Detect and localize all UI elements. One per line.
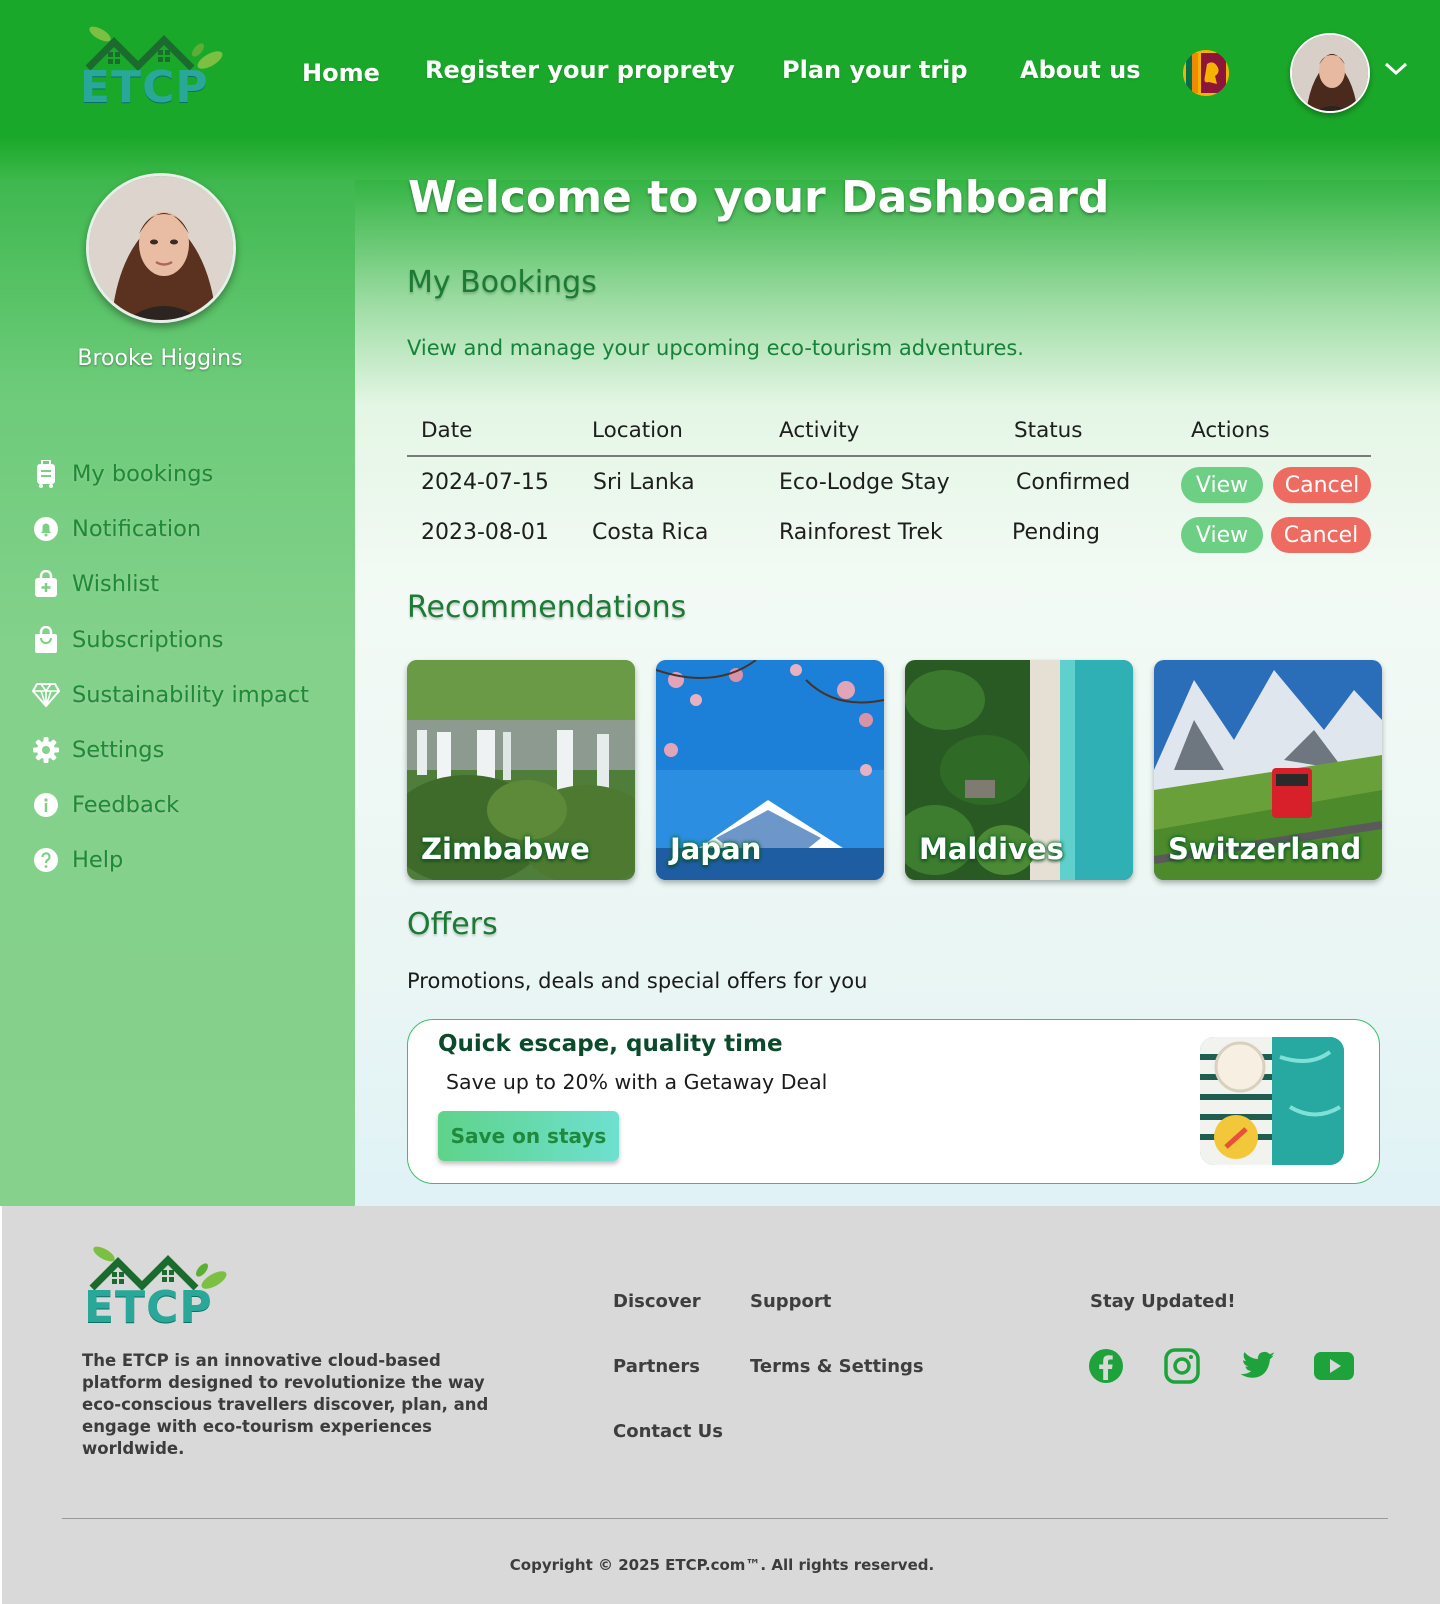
column-header-status: Status bbox=[1014, 418, 1083, 443]
footer-divider bbox=[62, 1518, 1388, 1519]
stay-updated-label: Stay Updated! bbox=[1090, 1291, 1236, 1312]
copyright-text: Copyright © 2025 ETCP.com™. All rights r… bbox=[509, 1556, 935, 1574]
sidebar-item-label: Help bbox=[72, 847, 124, 873]
profile-avatar[interactable] bbox=[86, 173, 236, 323]
chevron-down-icon[interactable] bbox=[1382, 58, 1410, 80]
recommendation-card-switzerland[interactable]: Switzerland bbox=[1154, 660, 1382, 880]
sidebar-item-my-bookings[interactable]: My bookings bbox=[32, 456, 213, 492]
bookings-heading: My Bookings bbox=[407, 265, 597, 300]
sidebar-item-wishlist[interactable]: Wishlist bbox=[32, 566, 159, 602]
recommendation-card-japan[interactable]: Japan bbox=[656, 660, 884, 880]
booking-activity: Rainforest Trek bbox=[779, 520, 943, 545]
question-icon bbox=[32, 846, 60, 874]
column-header-location: Location bbox=[592, 418, 683, 443]
column-header-date: Date bbox=[421, 418, 473, 443]
footer: ETCP The ETCP is an innovative cloud-bas… bbox=[2, 1206, 1440, 1604]
offers-subtitle: Promotions, deals and special offers for… bbox=[407, 969, 868, 993]
offer-image bbox=[1200, 1037, 1344, 1165]
view-booking-button[interactable]: View bbox=[1181, 467, 1263, 503]
booking-location: Sri Lanka bbox=[593, 470, 695, 495]
column-header-actions: Actions bbox=[1191, 418, 1270, 443]
footer-logo[interactable]: ETCP bbox=[84, 1240, 234, 1333]
etcp-logo[interactable]: ETCP bbox=[80, 20, 230, 113]
recommendation-card-maldives[interactable]: Maldives bbox=[905, 660, 1133, 880]
cancel-booking-button[interactable]: Cancel bbox=[1271, 517, 1371, 553]
footer-link-support[interactable]: Support bbox=[750, 1291, 831, 1312]
info-icon bbox=[32, 791, 60, 819]
footer-link-contact-us[interactable]: Contact Us bbox=[613, 1421, 723, 1442]
sidebar-item-feedback[interactable]: Feedback bbox=[32, 787, 179, 823]
booking-status: Pending bbox=[1012, 520, 1100, 545]
sidebar-item-label: Settings bbox=[72, 737, 165, 763]
sri-lanka-flag-icon[interactable] bbox=[1183, 50, 1229, 96]
diamond-icon bbox=[32, 681, 60, 709]
booking-date: 2023-08-01 bbox=[421, 520, 549, 545]
profile-name: Brooke Higgins bbox=[77, 346, 243, 371]
shopping-bag-icon bbox=[32, 626, 60, 654]
footer-link-terms-settings[interactable]: Terms & Settings bbox=[750, 1356, 924, 1377]
offer-title: Quick escape, quality time bbox=[438, 1031, 783, 1057]
sidebar-item-notification[interactable]: Notification bbox=[32, 511, 201, 547]
booking-status: Confirmed bbox=[1016, 470, 1131, 495]
offers-heading: Offers bbox=[407, 907, 498, 942]
bookings-subtitle: View and manage your upcoming eco-touris… bbox=[407, 336, 1024, 360]
sidebar-item-help[interactable]: Help bbox=[32, 842, 123, 878]
sidebar-item-sustainability-impact[interactable]: Sustainability impact bbox=[32, 677, 309, 713]
cancel-booking-button[interactable]: Cancel bbox=[1273, 467, 1371, 503]
footer-link-partners[interactable]: Partners bbox=[613, 1356, 700, 1377]
bag-plus-icon bbox=[32, 570, 60, 598]
logo-text: ETCP bbox=[80, 62, 209, 113]
booking-date: 2024-07-15 bbox=[421, 470, 549, 495]
luggage-icon bbox=[32, 460, 60, 488]
top-navigation-bar: ETCP Home Register your proprety Plan yo… bbox=[0, 0, 1440, 180]
instagram-icon[interactable] bbox=[1162, 1346, 1202, 1386]
user-avatar[interactable] bbox=[1290, 33, 1370, 113]
recommendation-label: Japan bbox=[670, 832, 762, 866]
nav-register-property[interactable]: Register your proprety bbox=[425, 56, 735, 84]
sidebar-item-label: Sustainability impact bbox=[72, 682, 309, 708]
logo-text: ETCP bbox=[84, 1282, 213, 1333]
recommendation-label: Zimbabwe bbox=[421, 832, 590, 866]
facebook-icon[interactable] bbox=[1086, 1346, 1126, 1386]
booking-location: Costa Rica bbox=[592, 520, 709, 545]
save-on-stays-button[interactable]: Save on stays bbox=[438, 1111, 619, 1161]
recommendation-label: Switzerland bbox=[1168, 832, 1362, 866]
page-title: Welcome to your Dashboard bbox=[408, 172, 1110, 223]
sidebar-item-settings[interactable]: Settings bbox=[32, 732, 164, 768]
offer-card: Quick escape, quality time Save up to 20… bbox=[407, 1019, 1380, 1184]
table-divider bbox=[407, 455, 1371, 457]
recommendations-heading: Recommendations bbox=[407, 590, 687, 625]
sidebar-item-label: Notification bbox=[72, 516, 202, 542]
sidebar-item-subscriptions[interactable]: Subscriptions bbox=[32, 622, 224, 658]
footer-about-text: The ETCP is an innovative cloud-based pl… bbox=[82, 1351, 489, 1458]
sidebar-item-label: Subscriptions bbox=[72, 627, 224, 653]
youtube-icon[interactable] bbox=[1313, 1346, 1354, 1386]
offer-description: Save up to 20% with a Getaway Deal bbox=[446, 1070, 828, 1094]
view-booking-button[interactable]: View bbox=[1181, 517, 1263, 553]
recommendation-label: Maldives bbox=[919, 832, 1064, 866]
nav-home[interactable]: Home bbox=[302, 59, 380, 87]
column-header-activity: Activity bbox=[779, 418, 860, 443]
nav-plan-trip[interactable]: Plan your trip bbox=[782, 56, 968, 84]
booking-activity: Eco-Lodge Stay bbox=[779, 470, 950, 495]
nav-about-us[interactable]: About us bbox=[1020, 56, 1141, 84]
footer-link-discover[interactable]: Discover bbox=[613, 1291, 701, 1312]
bell-icon bbox=[32, 515, 60, 543]
gear-icon bbox=[32, 736, 60, 764]
sidebar-item-label: Wishlist bbox=[72, 571, 160, 597]
recommendation-card-zimbabwe[interactable]: Zimbabwe bbox=[407, 660, 635, 880]
twitter-icon[interactable] bbox=[1238, 1346, 1278, 1386]
sidebar-item-label: Feedback bbox=[72, 792, 180, 818]
sidebar-item-label: My bookings bbox=[72, 461, 214, 487]
